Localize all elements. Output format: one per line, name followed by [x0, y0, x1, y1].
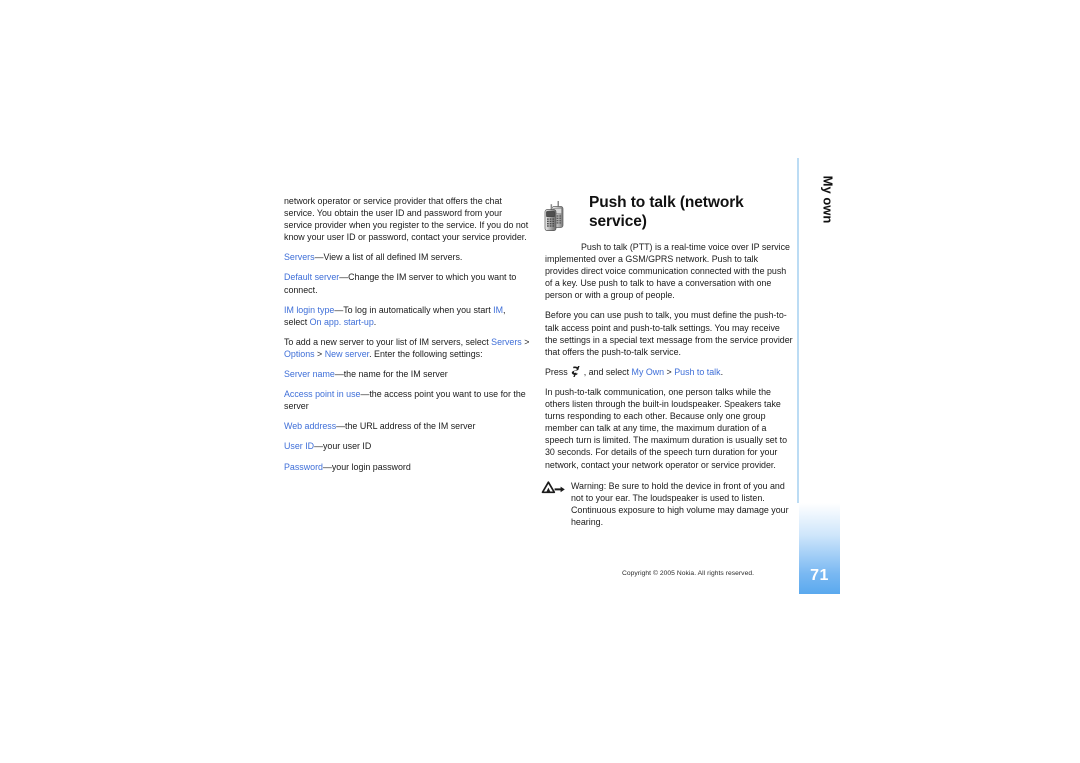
- page-title: Push to talk (network service): [589, 194, 744, 230]
- path-sep-a: >: [521, 336, 530, 347]
- setting-server-name: Server name—the name for the IM server: [284, 368, 530, 380]
- press-prefix: Press: [545, 366, 568, 377]
- term-access-point-in-use: Access point in use: [284, 389, 361, 400]
- user-id-desc: —your user ID: [314, 441, 372, 452]
- warning-text: Warning: Be sure to hold the device in f…: [571, 480, 789, 527]
- password-desc: —your login password: [322, 461, 411, 472]
- term-servers: Servers: [284, 252, 315, 263]
- setting-servers: Servers—View a list of all defined IM se…: [284, 251, 530, 263]
- page-number: 71: [810, 567, 829, 584]
- setting-default-server: Default server—Change the IM server to w…: [284, 271, 530, 295]
- path-sep-b: >: [314, 348, 325, 359]
- two-phones-icon: [544, 201, 564, 231]
- nokia-menu-key-icon: [571, 365, 580, 377]
- chapter-tab-label: My own: [793, 176, 863, 262]
- setting-password: Password—your login password: [284, 461, 530, 473]
- servers-desc: —View a list of all defined IM servers.: [314, 252, 463, 263]
- left-text-column: network operator or service provider tha…: [284, 195, 530, 481]
- press-sep: >: [664, 366, 675, 377]
- term-user-id: User ID: [284, 441, 315, 452]
- paragraph-press-menu: Press , and select My Own > Push to talk.: [545, 365, 793, 378]
- section-heading-block: Push to talk (network service): [544, 193, 793, 239]
- copyright-footer: Copyright © 2005 Nokia. All rights reser…: [622, 570, 755, 577]
- term-options: Options: [284, 348, 315, 359]
- term-password: Password: [284, 461, 323, 472]
- paragraph-ptt-lead: Push to talk (PTT) is a real-time voice …: [545, 242, 790, 301]
- term-on-app-startup: On app. start-up: [309, 316, 374, 327]
- right-text-column: Push to talk (network service) Push to t…: [541, 193, 793, 528]
- term-im: IM: [493, 304, 504, 315]
- term-web-address: Web address: [284, 421, 337, 432]
- paragraph-intro: network operator or service provider tha…: [284, 195, 530, 243]
- im-login-desc-c: .: [373, 316, 377, 327]
- im-login-desc-a: —To log in automatically when you start: [334, 304, 494, 315]
- paragraph-before-use: Before you can use push to talk, you mus…: [545, 310, 793, 357]
- setting-access-point: Access point in use—the access point you…: [284, 388, 530, 412]
- document-page: My own 71 network operator or service pr…: [0, 0, 1080, 763]
- term-im-login-type: IM login type: [284, 304, 335, 315]
- press-suffix: .: [720, 366, 724, 377]
- intro-text: network operator or service provider tha…: [284, 196, 529, 243]
- paragraph-add-server: To add a new server to your list of IM s…: [284, 336, 530, 360]
- setting-web-address: Web address—the URL address of the IM se…: [284, 420, 530, 432]
- term-servers-path: Servers: [491, 336, 522, 347]
- term-server-name: Server name: [284, 369, 335, 380]
- term-new-server: New server: [324, 348, 370, 359]
- warning-block: Warning: Be sure to hold the device in f…: [541, 480, 793, 528]
- setting-im-login-type: IM login type—To log in automatically wh…: [284, 304, 530, 328]
- web-address-desc: —the URL address of the IM server: [336, 421, 476, 432]
- press-middle: , and select: [583, 366, 632, 377]
- term-default-server: Default server: [284, 272, 340, 283]
- term-my-own: My Own: [631, 366, 665, 377]
- add-server-text-b: . Enter the following settings:: [369, 348, 483, 359]
- add-server-text-a: To add a new server to your list of IM s…: [284, 336, 492, 347]
- chapter-tab-text: My own: [820, 175, 836, 224]
- term-push-to-talk: Push to talk: [674, 366, 721, 377]
- server-name-desc: —the name for the IM server: [334, 369, 448, 380]
- setting-user-id: User ID—your user ID: [284, 440, 530, 452]
- paragraph-communication: In push-to-talk communication, one perso…: [545, 386, 788, 470]
- warning-triangle-icon: [541, 480, 565, 493]
